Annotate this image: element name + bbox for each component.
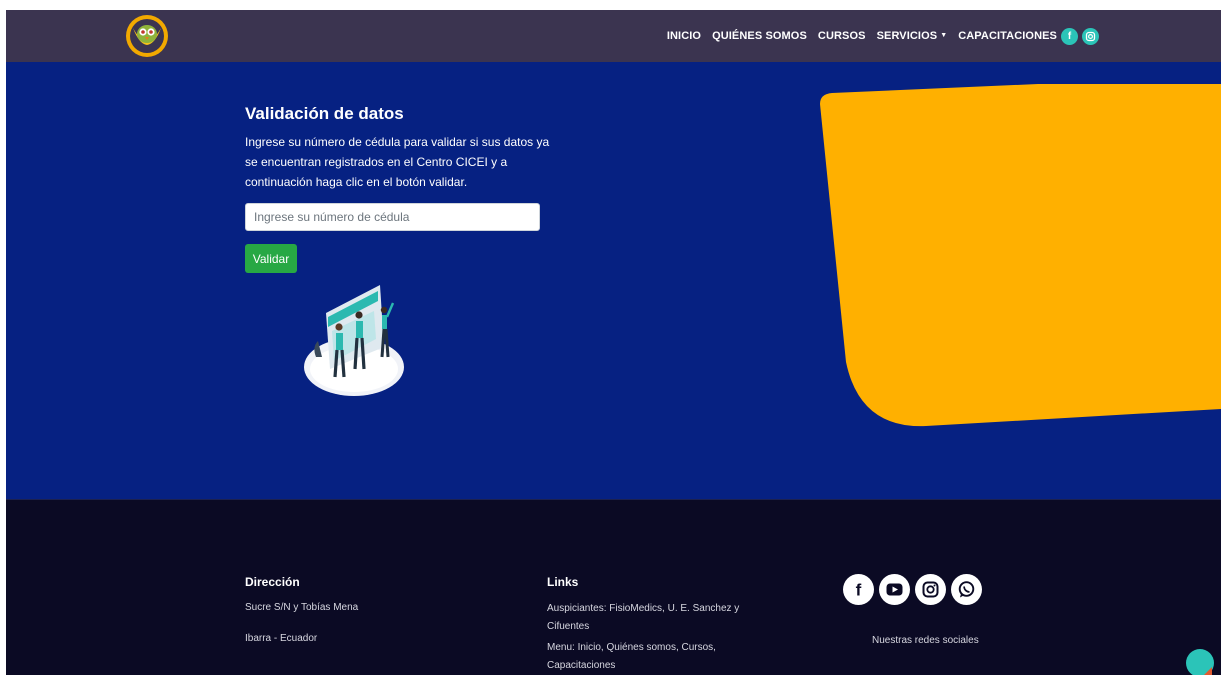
nav-link-cursos[interactable]: CURSOS (818, 30, 866, 42)
people-illustration (298, 277, 410, 399)
page: INICIO QUIÉNES SOMOS CURSOS SERVICIOS ▼ C… (6, 10, 1221, 675)
instagram-icon[interactable] (1082, 27, 1099, 45)
nav-link-inicio[interactable]: INICIO (667, 30, 701, 42)
youtube-icon[interactable] (879, 574, 910, 605)
nav-link-servicios-label: SERVICIOS (876, 30, 938, 42)
footer-links-heading: Links (547, 575, 579, 589)
footer: Dirección Sucre S/N y Tobías Mena Ibarra… (6, 499, 1221, 675)
hero-section: Validación de datos Ingrese su número de… (6, 62, 1221, 499)
social-caption: Nuestras redes sociales (872, 635, 979, 646)
hero-description: Ingrese su número de cédula para validar… (245, 135, 550, 189)
nav-menu: INICIO QUIÉNES SOMOS CURSOS SERVICIOS ▼ C… (656, 10, 1099, 62)
footer-address-line2: Ibarra - Ecuador (245, 633, 318, 644)
page-title: Validación de datos (245, 104, 404, 123)
footer-auspiciantes-link[interactable]: Auspiciantes: FisioMedics, U. E. Sanchez… (547, 600, 752, 636)
caret-down-icon: ▼ (940, 32, 948, 39)
nav-dropdown-servicios[interactable]: SERVICIOS ▼ (877, 30, 948, 42)
cedula-input[interactable] (245, 203, 540, 231)
footer-direccion-heading: Dirección (245, 575, 300, 589)
instagram-icon[interactable] (915, 574, 946, 605)
facebook-icon[interactable]: f (1061, 27, 1078, 45)
whatsapp-icon[interactable] (951, 574, 982, 605)
facebook-icon[interactable]: f (843, 574, 874, 605)
nav-link-capacitaciones[interactable]: CAPACITACIONES (958, 30, 1057, 42)
validar-button[interactable]: Validar (245, 244, 297, 273)
corner-mark (1203, 667, 1212, 675)
logo[interactable] (125, 14, 169, 58)
nav-link-quienes-somos[interactable]: QUIÉNES SOMOS (712, 30, 807, 42)
footer-menu-link[interactable]: Menu: Inicio, Quiénes somos, Cursos, Cap… (547, 639, 752, 675)
decorative-yellow-shape (816, 76, 1221, 429)
svg-text:f: f (856, 581, 862, 600)
navbar: INICIO QUIÉNES SOMOS CURSOS SERVICIOS ▼ C… (6, 10, 1221, 62)
footer-address-line1: Sucre S/N y Tobías Mena (245, 602, 359, 613)
